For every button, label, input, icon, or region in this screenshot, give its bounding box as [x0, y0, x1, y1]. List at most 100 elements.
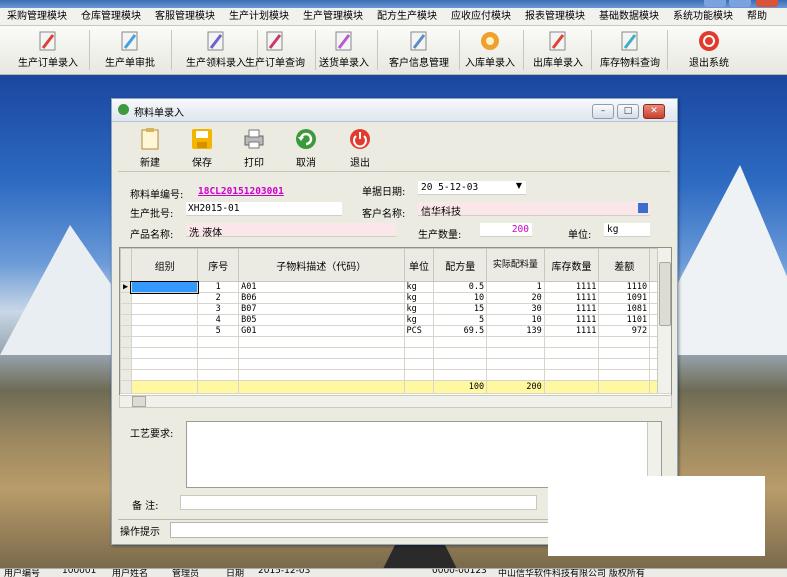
close-button[interactable] [756, 0, 778, 7]
cell-actual[interactable]: 200 [486, 380, 545, 394]
menu-item-0[interactable]: 采购管理模块 [0, 8, 74, 25]
cell-group[interactable] [130, 380, 199, 394]
table-row[interactable]: 3 B07 kg 15 30 1111 1081 [120, 303, 671, 315]
menu-item-7[interactable]: 报表管理模块 [518, 8, 592, 25]
qty-field[interactable]: 200 [480, 223, 532, 237]
menu-item-9[interactable]: 系统功能模块 [666, 8, 740, 25]
cell-diff[interactable]: 1081 [598, 303, 651, 315]
grid-hscroll-thumb[interactable] [132, 396, 146, 407]
cell-actual[interactable] [486, 369, 545, 381]
cell-formula[interactable] [433, 336, 488, 348]
dialog-close-button[interactable]: ✕ [643, 104, 665, 119]
cell-actual[interactable]: 1 [486, 281, 545, 293]
cell-seq[interactable] [197, 347, 240, 359]
grid-horizontal-scrollbar[interactable] [119, 395, 672, 408]
table-row[interactable] [120, 358, 671, 370]
cell-unit[interactable] [403, 347, 435, 359]
cell-code[interactable] [238, 380, 405, 394]
chevron-down-icon[interactable]: ▼ [516, 181, 522, 190]
menu-item-2[interactable]: 客服管理模块 [148, 8, 222, 25]
cell-formula[interactable]: 15 [433, 303, 488, 315]
cell-unit[interactable] [403, 380, 435, 394]
col-header-group[interactable]: 组别 [130, 248, 199, 282]
cell-formula[interactable]: 0.5 [433, 281, 488, 293]
cell-diff[interactable] [598, 380, 651, 394]
order-no-value[interactable]: 18CL20151203001 [198, 186, 284, 197]
toolbar-button-5[interactable]: 客户信息管理 [380, 28, 458, 72]
toolbar-button-0[interactable]: 生产订单录入 [8, 28, 88, 72]
cell-actual[interactable] [486, 358, 545, 370]
cell-unit[interactable]: kg [403, 303, 435, 315]
cell-code[interactable] [238, 358, 405, 370]
cell-code[interactable]: B05 [238, 314, 405, 326]
cell-code[interactable] [238, 336, 405, 348]
cell-actual[interactable]: 139 [486, 325, 545, 337]
cell-code[interactable]: G01 [238, 325, 405, 337]
cell-seq[interactable]: 5 [197, 325, 240, 337]
cell-formula[interactable]: 69.5 [433, 325, 488, 337]
table-row[interactable]: 100 200 [120, 380, 671, 394]
dialog-maximize-button[interactable]: □ [617, 104, 639, 119]
cell-code[interactable]: A01 [238, 281, 405, 293]
cell-unit[interactable]: kg [403, 281, 435, 293]
product-field[interactable]: 洗 液体 [186, 223, 396, 239]
cell-diff[interactable]: 1101 [598, 314, 651, 326]
cell-code[interactable] [238, 347, 405, 359]
cell-seq[interactable]: 3 [197, 303, 240, 315]
table-row[interactable]: 2 B06 kg 10 20 1111 1091 [120, 292, 671, 304]
menu-item-4[interactable]: 生产管理模块 [296, 8, 370, 25]
toolbar-button-4[interactable]: 送货单录入 [312, 28, 376, 72]
cell-formula[interactable] [433, 347, 488, 359]
cell-actual[interactable] [486, 336, 545, 348]
table-row[interactable]: ▶ 1 A01 kg 0.5 1 1111 1110 [120, 280, 671, 294]
cell-group[interactable] [130, 369, 199, 381]
toolbar-button-6[interactable]: 入库单录入 [458, 28, 522, 72]
cell-stock[interactable]: 1111 [543, 325, 600, 337]
cell-stock[interactable] [543, 336, 600, 348]
cell-diff[interactable]: 972 [598, 325, 651, 337]
new-button[interactable]: 新建 [130, 125, 170, 169]
remark-field[interactable] [180, 495, 537, 510]
cell-seq[interactable] [197, 358, 240, 370]
col-header-seq[interactable]: 序号 [197, 248, 240, 282]
grid-vertical-scrollbar[interactable] [657, 248, 671, 393]
cell-group[interactable] [130, 336, 199, 348]
col-header-actual[interactable]: 实际配料量 [486, 248, 545, 282]
toolbar-button-7[interactable]: 出库单录入 [526, 28, 590, 72]
exit-button[interactable]: 退出 [340, 125, 380, 169]
cell-seq[interactable] [197, 380, 240, 394]
cell-group[interactable] [130, 347, 199, 359]
cell-seq[interactable] [197, 336, 240, 348]
cell-stock[interactable]: 1111 [543, 292, 600, 304]
cell-seq[interactable]: 1 [197, 281, 240, 293]
cell-diff[interactable] [598, 347, 651, 359]
save-button[interactable]: 保存 [182, 125, 222, 169]
cell-seq[interactable]: 2 [197, 292, 240, 304]
cell-diff[interactable]: 1091 [598, 292, 651, 304]
cell-code[interactable]: B06 [238, 292, 405, 304]
cell-unit[interactable] [403, 358, 435, 370]
menu-item-3[interactable]: 生产计划模块 [222, 8, 296, 25]
maximize-button[interactable] [729, 0, 751, 7]
lookup-icon[interactable] [638, 203, 648, 213]
cell-unit[interactable] [403, 336, 435, 348]
table-row[interactable]: 4 B05 kg 5 10 1111 1101 [120, 314, 671, 326]
cell-actual[interactable]: 30 [486, 303, 545, 315]
cell-formula[interactable]: 10 [433, 292, 488, 304]
customer-field[interactable]: 信华科技 [418, 202, 650, 218]
col-header-diff[interactable]: 差额 [598, 248, 651, 282]
unit-field[interactable]: kg [604, 223, 650, 237]
toolbar-button-1[interactable]: 生产单审批 [90, 28, 170, 72]
cell-unit[interactable]: kg [403, 292, 435, 304]
toolbar-button-9[interactable]: 退出系统 [672, 28, 746, 72]
batch-field[interactable]: XH2015-01 [186, 202, 342, 216]
cell-diff[interactable] [598, 358, 651, 370]
cell-group[interactable] [130, 325, 199, 337]
cell-group[interactable] [130, 280, 199, 294]
table-row[interactable] [120, 347, 671, 359]
cell-diff[interactable] [598, 336, 651, 348]
cell-seq[interactable] [197, 369, 240, 381]
cell-stock[interactable] [543, 380, 600, 394]
cell-code[interactable] [238, 369, 405, 381]
cell-unit[interactable] [403, 369, 435, 381]
